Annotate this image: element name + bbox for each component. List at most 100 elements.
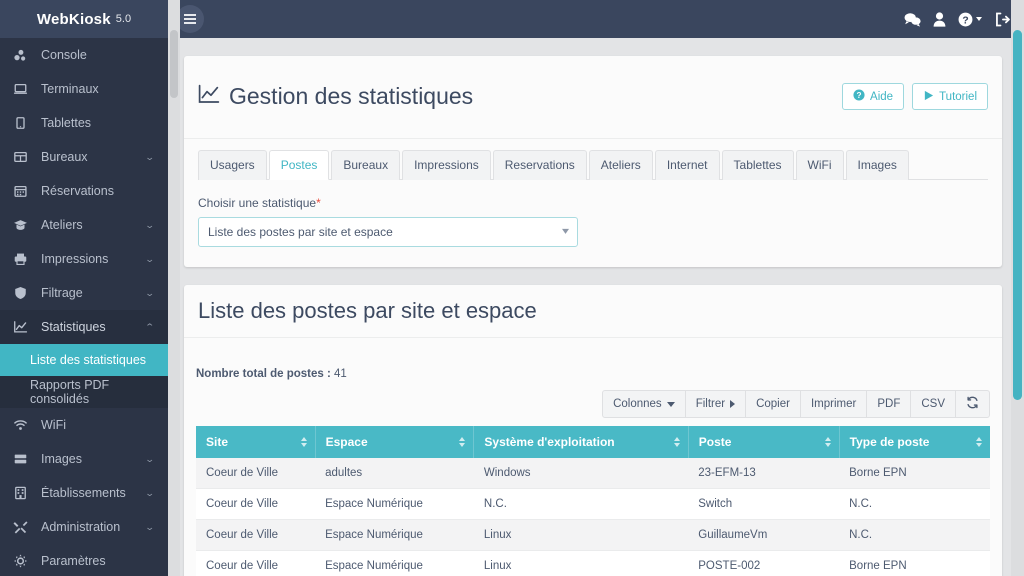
statistic-select-label-text: Choisir une statistique (198, 195, 317, 210)
tab-bureaux[interactable]: Bureaux (331, 149, 401, 180)
tab-reservations[interactable]: Reservations (492, 149, 587, 180)
table-cell: Linux (473, 519, 689, 552)
sidebar-item-terminaux[interactable]: Terminaux (0, 72, 168, 106)
sidebar-subitem-liste-des-statistiques[interactable]: Liste des statistiques (0, 344, 168, 376)
laptop-icon (13, 82, 32, 96)
tab-label: Bureaux (343, 157, 389, 172)
tab-internet[interactable]: Internet (654, 149, 720, 180)
tabs-container: Usagers Postes Bureaux Impressions Reservati… (184, 139, 1002, 180)
tab-label: Impressions (414, 157, 479, 172)
dt-button-label: Imprimer (810, 398, 857, 411)
column-header-type-de-poste[interactable]: Type de poste (839, 426, 990, 459)
sidebar-item-administration[interactable]: Administration ⌄ (0, 510, 168, 544)
sidebar-item-filtrage[interactable]: Filtrage ⌄ (0, 276, 168, 310)
total-posts-line: Nombre total de postes : 41 (196, 368, 990, 380)
dt-button-pdf[interactable]: PDF (866, 390, 912, 419)
sidebar-item-ateliers[interactable]: Ateliers ⌄ (0, 208, 168, 242)
help-icon[interactable]: ? (958, 12, 982, 27)
help-button[interactable]: ? Aide (842, 83, 905, 111)
sidebar-item-tablettes[interactable]: Tablettes (0, 106, 168, 140)
dt-button-refresh[interactable] (955, 390, 990, 419)
column-header-label: Type de poste (849, 435, 930, 450)
chat-icon[interactable] (904, 12, 921, 27)
page-title-text: Gestion des statistiques (229, 83, 474, 110)
tab-ateliers[interactable]: Ateliers (588, 149, 653, 180)
sidebar-item-label: Impressions (41, 252, 109, 266)
tab-wifi[interactable]: WiFi (795, 149, 844, 180)
table-cell: Coeur de Ville (196, 458, 316, 490)
sidebar-item-bureaux[interactable]: Bureaux ⌄ (0, 140, 168, 174)
logout-icon[interactable] (994, 12, 1010, 27)
sidebar-scrollbar-thumb[interactable] (170, 30, 178, 98)
sidebar-item-label: Administration (41, 520, 121, 534)
tab-label: Usagers (210, 157, 255, 172)
tab-tablettes[interactable]: Tablettes (721, 149, 794, 180)
sort-icon[interactable] (459, 437, 466, 448)
column-header-syst-me-d-exploitation[interactable]: Système d'exploitation (473, 426, 689, 459)
user-icon[interactable] (933, 11, 946, 27)
table-row[interactable]: Coeur de Ville Espace Numérique Linux Guill… (196, 519, 990, 552)
table-row[interactable]: Coeur de Ville Espace Numérique Linux POSTE… (196, 550, 990, 576)
sidebar-item-label: Réservations (41, 184, 114, 198)
sidebar-nav-lower: WiFi Images ⌄ Établissements ⌄ Administration… (0, 408, 168, 576)
posts-table: Site Espace Système d'exploitation Poste Typ… (196, 426, 990, 576)
sidebar-item-param-tres[interactable]: Paramètres (0, 544, 168, 576)
sidebar-item-impressions[interactable]: Impressions ⌄ (0, 242, 168, 276)
images-icon (13, 452, 32, 466)
sidebar-scrollbar[interactable] (168, 0, 180, 576)
tab-impressions[interactable]: Impressions (402, 149, 491, 180)
tab-images[interactable]: Images (845, 149, 909, 180)
page-scrollbar[interactable] (1011, 0, 1024, 576)
sort-icon[interactable] (673, 437, 680, 448)
sidebar-item-console[interactable]: Console (0, 38, 168, 72)
sidebar-item-images[interactable]: Images ⌄ (0, 442, 168, 476)
table-cell: 23-EFM-13 (688, 458, 840, 490)
tab-usagers[interactable]: Usagers (198, 149, 267, 180)
sort-icon[interactable] (824, 437, 831, 448)
dt-button-filtrer[interactable]: Filtrer (684, 390, 747, 419)
sidebar: WebKiosk 5.0 Console Terminaux Tablettes Bu… (0, 0, 168, 576)
sidebar-item-r-servations[interactable]: Réservations (0, 174, 168, 208)
results-title: Liste des postes par site et espace (184, 285, 1002, 339)
column-header-poste[interactable]: Poste (688, 426, 840, 459)
sort-icon[interactable] (300, 437, 307, 448)
gear-icon (13, 554, 32, 568)
statistic-select[interactable]: Liste des postes par site et espace ▾ (198, 216, 578, 247)
table-cell: Borne EPN (839, 550, 990, 576)
sidebar-item-label: Images (41, 452, 82, 466)
sidebar-item-label: Filtrage (41, 286, 83, 300)
sidebar-subitem-rapports-pdf-consolid-s[interactable]: Rapports PDF consolidés (0, 376, 168, 408)
page-scrollbar-thumb[interactable] (1013, 30, 1022, 400)
results-body: Nombre total de postes : 41 Colonnes Filt… (184, 356, 1002, 576)
dt-button-imprimer[interactable]: Imprimer (799, 390, 868, 419)
table-row[interactable]: Coeur de Ville adultes Windows 23-EFM-13 Bor… (196, 458, 990, 490)
chevron-down-icon: ⌄ (145, 521, 156, 532)
sort-icon[interactable] (976, 437, 982, 448)
dt-button-csv[interactable]: CSV (910, 390, 956, 419)
sidebar-item-statistiques[interactable]: Statistiques ⌃ (0, 310, 168, 344)
dt-button-copier[interactable]: Copier (745, 390, 801, 419)
posts-table-header-row: Site Espace Système d'exploitation Poste Typ… (196, 426, 990, 459)
statistic-select-label: Choisir une statistique* (198, 196, 988, 210)
menu-toggle-button[interactable] (176, 5, 204, 33)
column-header-espace[interactable]: Espace (315, 426, 475, 459)
column-header-site[interactable]: Site (196, 426, 316, 459)
tab-label: Ateliers (600, 157, 641, 172)
sidebar-item-tablissements[interactable]: Établissements ⌄ (0, 476, 168, 510)
sidebar-item-label: Paramètres (41, 554, 106, 568)
table-cell: Coeur de Ville (196, 488, 316, 521)
chart-line-icon (198, 83, 220, 110)
sidebar-item-label: Établissements (41, 486, 126, 500)
sidebar-item-label: WiFi (41, 418, 66, 432)
brand-logo[interactable]: WebKiosk 5.0 (0, 0, 168, 38)
shield-icon (13, 286, 32, 300)
chevron-down-icon: ⌄ (145, 253, 156, 264)
table-row[interactable]: Coeur de Ville Espace Numérique N.C. Switch… (196, 488, 990, 521)
tab-label: Tablettes (733, 157, 782, 172)
tools-icon (13, 520, 32, 534)
dt-button-label: Filtrer (695, 398, 726, 411)
dt-button-colonnes[interactable]: Colonnes (602, 390, 686, 419)
sidebar-item-wifi[interactable]: WiFi (0, 408, 168, 442)
tutorial-button[interactable]: Tutoriel (912, 83, 988, 111)
tab-postes[interactable]: Postes (268, 149, 330, 180)
